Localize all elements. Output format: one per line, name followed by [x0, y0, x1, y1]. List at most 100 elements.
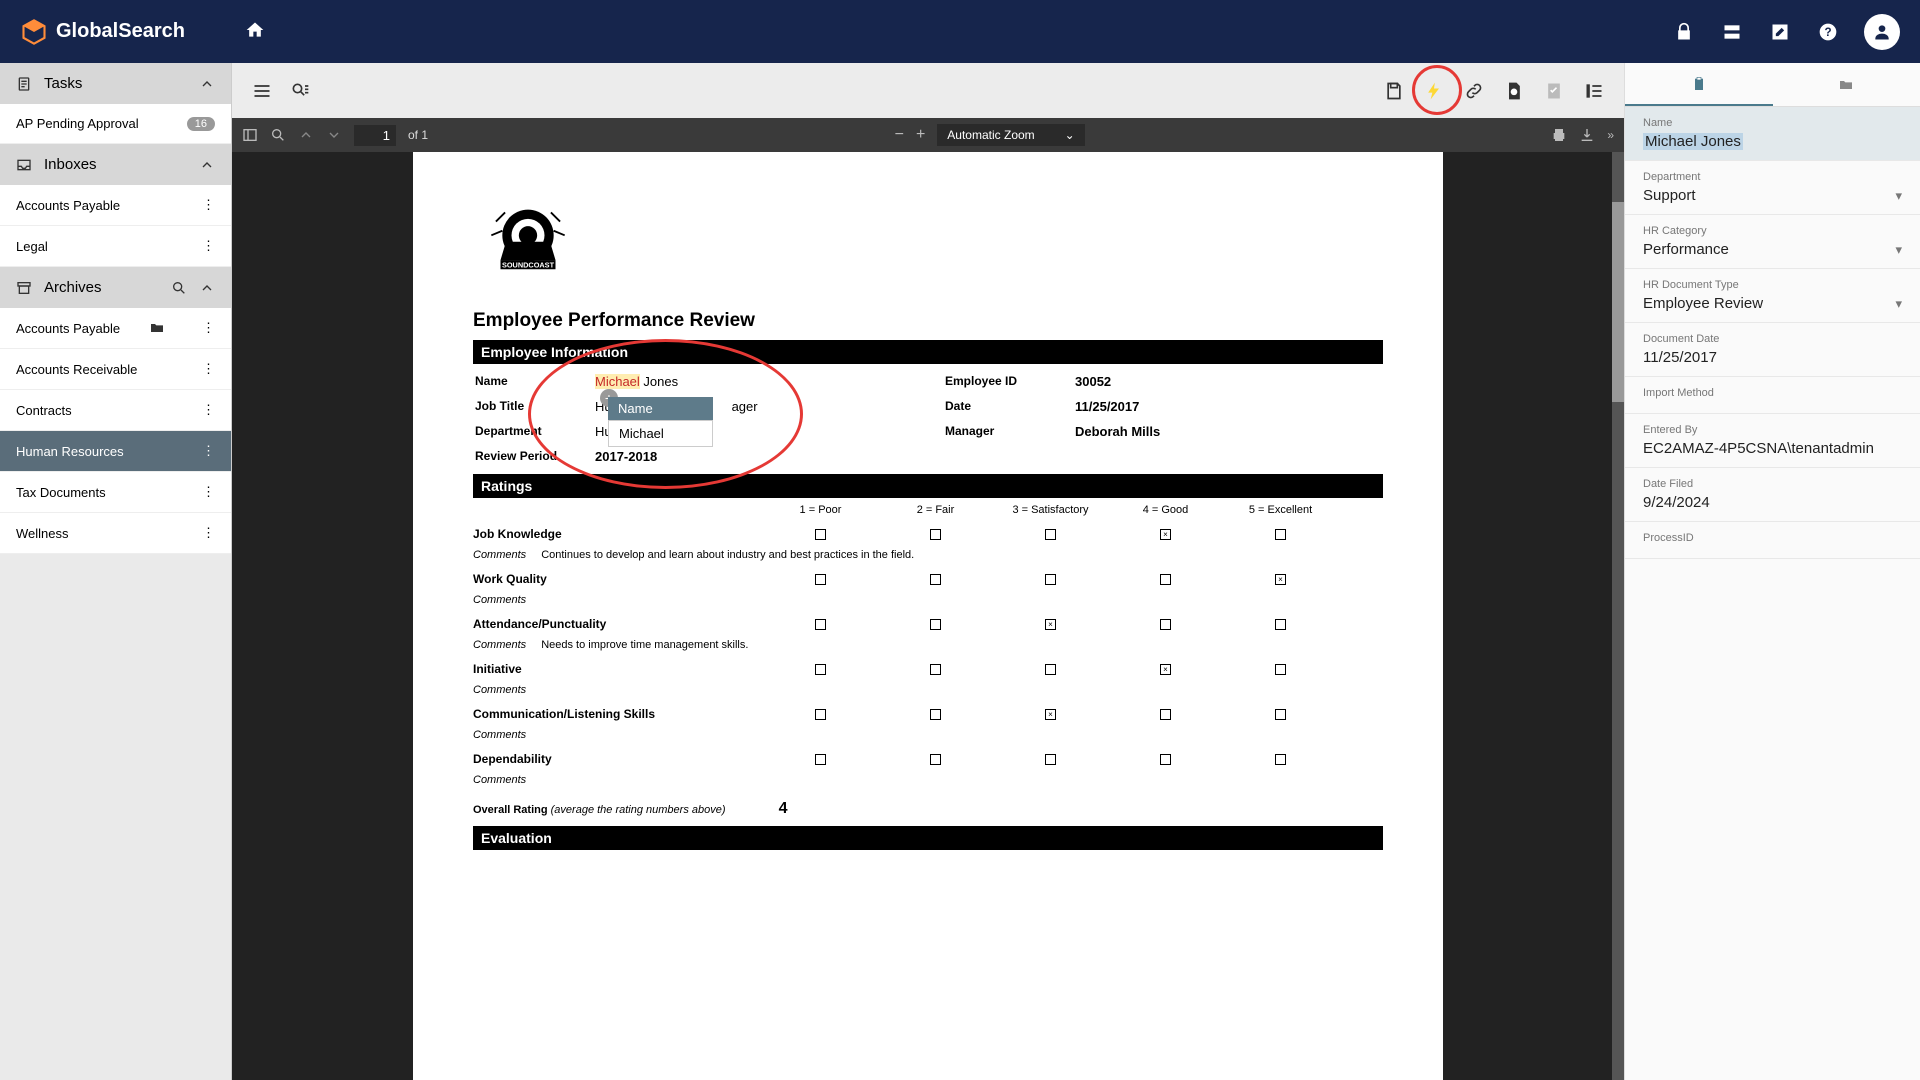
rating-checkbox[interactable] — [930, 529, 941, 540]
edit-icon[interactable] — [1768, 20, 1792, 44]
scrollbar-thumb[interactable] — [1612, 202, 1624, 402]
more-icon[interactable]: ⋮ — [202, 484, 215, 500]
rating-checkbox[interactable] — [930, 574, 941, 585]
inboxes-label: Inboxes — [44, 156, 97, 173]
scrollbar[interactable] — [1612, 152, 1624, 1080]
prop-field[interactable]: NameMichael Jones — [1625, 107, 1920, 161]
field-tooltip: Name — [608, 397, 713, 420]
rating-checkbox[interactable] — [1160, 754, 1171, 765]
rating-checkbox[interactable] — [1275, 664, 1286, 675]
rating-checkbox[interactable] — [1045, 574, 1056, 585]
pdf-canvas[interactable]: SOUNDCOAST Employee Performance Review E… — [232, 152, 1624, 1080]
checklist-icon[interactable] — [1544, 81, 1564, 101]
svg-text:?: ? — [1824, 26, 1831, 39]
link-icon[interactable] — [1464, 81, 1484, 101]
archive-item-hr[interactable]: Human Resources⋮ — [0, 431, 231, 472]
chevron-down-icon[interactable]: ▾ — [1895, 188, 1902, 204]
tasks-section[interactable]: Tasks — [0, 63, 231, 104]
page-up-icon[interactable] — [298, 127, 314, 143]
rating-checkbox[interactable] — [1275, 619, 1286, 630]
rating-checkbox[interactable]: × — [1045, 619, 1056, 630]
prop-field[interactable]: Document Date11/25/2017 — [1625, 323, 1920, 377]
prop-field[interactable]: Date Filed9/24/2024 — [1625, 468, 1920, 522]
rating-checkbox[interactable] — [815, 529, 826, 540]
panel-toggle-icon[interactable] — [1584, 81, 1604, 101]
home-icon[interactable] — [245, 20, 265, 43]
rating-checkbox[interactable] — [930, 754, 941, 765]
inboxes-section[interactable]: Inboxes — [0, 144, 231, 185]
page-number-input[interactable] — [354, 125, 396, 146]
server-icon[interactable] — [1720, 20, 1744, 44]
rating-checkbox[interactable] — [1275, 529, 1286, 540]
rating-checkbox[interactable] — [815, 619, 826, 630]
chevron-down-icon[interactable]: ▾ — [1895, 242, 1902, 258]
rating-checkbox[interactable] — [1045, 664, 1056, 675]
rating-checkbox[interactable] — [1045, 754, 1056, 765]
print-icon[interactable] — [1551, 127, 1567, 143]
section-ratings: Ratings — [473, 474, 1383, 498]
archive-item-ap[interactable]: Accounts Payable ⋮ — [0, 308, 231, 349]
archive-item-wellness[interactable]: Wellness⋮ — [0, 513, 231, 554]
inbox-item-legal[interactable]: Legal ⋮ — [0, 226, 231, 267]
lock-icon[interactable] — [1672, 20, 1696, 44]
search-icon[interactable] — [270, 127, 286, 143]
rating-checkbox[interactable]: × — [1160, 529, 1171, 540]
more-icon[interactable]: ⋮ — [202, 525, 215, 541]
rating-checkbox[interactable] — [815, 754, 826, 765]
menu-icon[interactable] — [252, 81, 272, 101]
rating-checkbox[interactable]: × — [1275, 574, 1286, 585]
rating-checkbox[interactable] — [815, 574, 826, 585]
prop-field[interactable]: Entered ByEC2AMAZ-4P5CSNA\tenantadmin — [1625, 414, 1920, 468]
prop-field[interactable]: HR Document TypeEmployee Review▾ — [1625, 269, 1920, 323]
rating-checkbox[interactable]: × — [1160, 664, 1171, 675]
archive-item-contracts[interactable]: Contracts⋮ — [0, 390, 231, 431]
rating-checkbox[interactable] — [1045, 529, 1056, 540]
archive-item-ar[interactable]: Accounts Receivable⋮ — [0, 349, 231, 390]
zoom-out-icon[interactable]: − — [895, 126, 904, 144]
rating-checkbox[interactable] — [930, 709, 941, 720]
zoom-in-icon[interactable]: + — [916, 126, 925, 144]
inbox-item-ap[interactable]: Accounts Payable ⋮ — [0, 185, 231, 226]
rating-checkbox[interactable] — [930, 619, 941, 630]
prop-field[interactable]: Import Method — [1625, 377, 1920, 414]
help-icon[interactable]: ? — [1816, 20, 1840, 44]
zoom-select[interactable]: Automatic Zoom ⌄ — [937, 124, 1084, 146]
rating-checkbox[interactable] — [815, 709, 826, 720]
tooltip-dropdown[interactable]: Michael — [608, 420, 713, 447]
task-item-ap-pending[interactable]: AP Pending Approval 16 — [0, 104, 231, 144]
file-info-icon[interactable] — [1504, 81, 1524, 101]
lightning-icon[interactable] — [1424, 81, 1444, 101]
rating-checkbox[interactable] — [1160, 709, 1171, 720]
archive-item-tax[interactable]: Tax Documents⋮ — [0, 472, 231, 513]
more-icon[interactable]: ⋮ — [202, 361, 215, 377]
archives-section[interactable]: Archives — [0, 267, 231, 308]
download-icon[interactable] — [1579, 127, 1595, 143]
tab-fields[interactable] — [1625, 63, 1773, 106]
more-icon[interactable]: ⋮ — [202, 402, 215, 418]
rating-checkbox[interactable] — [815, 664, 826, 675]
more-icon[interactable]: ⋮ — [202, 320, 215, 336]
more-icon[interactable]: ⋮ — [202, 197, 215, 213]
app-logo[interactable]: GlobalSearch — [20, 18, 185, 46]
prop-field[interactable]: ProcessID — [1625, 522, 1920, 559]
tab-folder[interactable] — [1773, 63, 1920, 106]
prop-field[interactable]: HR CategoryPerformance▾ — [1625, 215, 1920, 269]
task-badge: 16 — [187, 117, 215, 131]
more-tools-icon[interactable]: » — [1607, 128, 1614, 142]
rating-checkbox[interactable] — [1275, 754, 1286, 765]
save-icon[interactable] — [1384, 81, 1404, 101]
page-down-icon[interactable] — [326, 127, 342, 143]
rating-checkbox[interactable] — [1275, 709, 1286, 720]
search-icon[interactable] — [171, 280, 187, 296]
prop-field[interactable]: DepartmentSupport▾ — [1625, 161, 1920, 215]
chevron-down-icon[interactable]: ▾ — [1895, 296, 1902, 312]
rating-checkbox[interactable]: × — [1045, 709, 1056, 720]
search-content-icon[interactable] — [290, 81, 310, 101]
rating-checkbox[interactable] — [1160, 619, 1171, 630]
rating-checkbox[interactable] — [930, 664, 941, 675]
sidebar-toggle-icon[interactable] — [242, 127, 258, 143]
user-avatar[interactable] — [1864, 14, 1900, 50]
more-icon[interactable]: ⋮ — [202, 238, 215, 254]
rating-checkbox[interactable] — [1160, 574, 1171, 585]
more-icon[interactable]: ⋮ — [202, 443, 215, 459]
